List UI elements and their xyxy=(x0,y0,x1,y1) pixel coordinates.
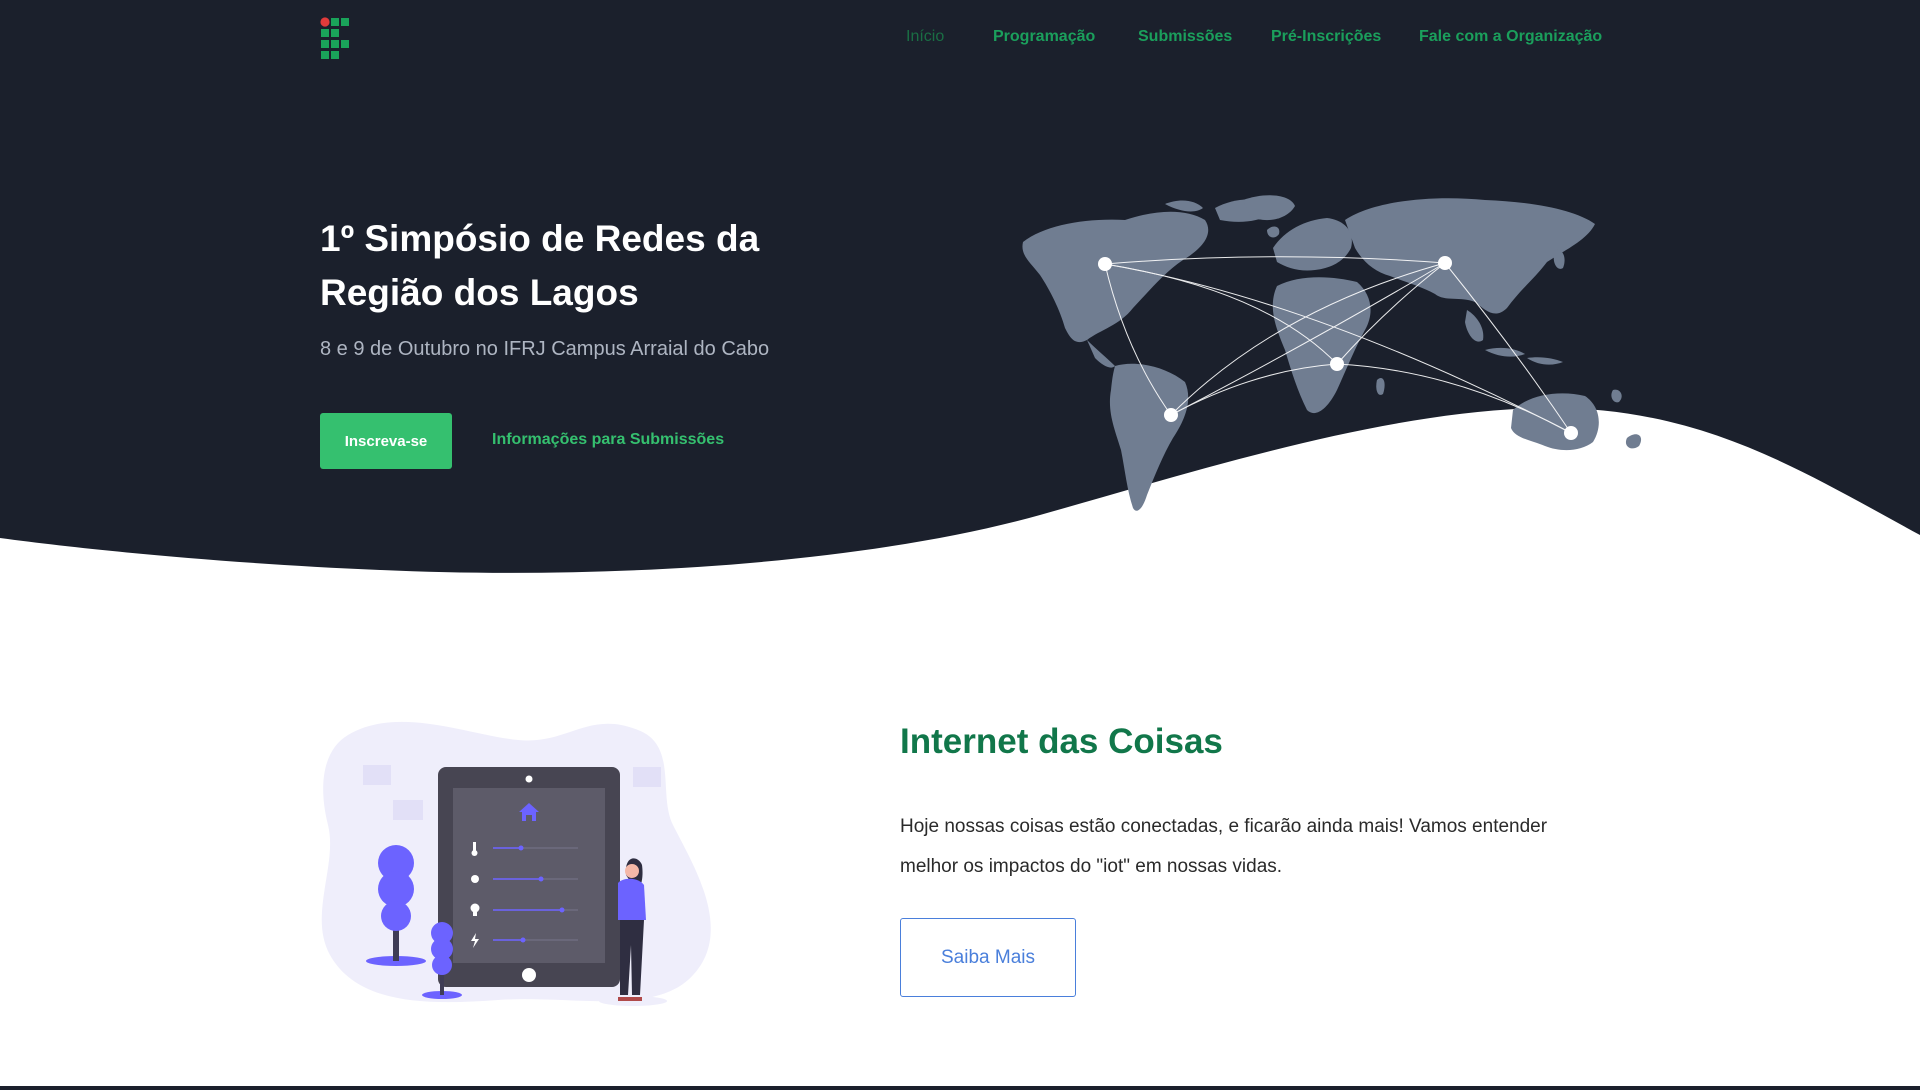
learn-more-button[interactable]: Saiba Mais xyxy=(900,918,1076,997)
nav-item-inicio[interactable]: Início xyxy=(906,28,944,46)
iot-section-text: Hoje nossas coisas estão conectadas, e f… xyxy=(900,816,1548,877)
hero-title: 1º Simpósio de Redes da Região dos Lagos xyxy=(320,218,760,313)
nav-item-pre-inscricoes[interactable]: Pré-Inscrições xyxy=(1271,28,1381,46)
world-network-map xyxy=(1022,195,1642,511)
smart-home-tablet-illustration xyxy=(321,721,711,1006)
nav-item-submissoes[interactable]: Submissões xyxy=(1138,28,1232,46)
nav-item-programacao[interactable]: Programação xyxy=(993,28,1095,46)
iot-section-title: Internet das Coisas xyxy=(900,722,1223,761)
hero-subtitle: 8 e 9 de Outubro no IFRJ Campus Arraial … xyxy=(320,338,770,360)
register-button[interactable]: Inscreva-se xyxy=(320,413,452,469)
nav-item-fale-com-a-organizacao[interactable]: Fale com a Organização xyxy=(1419,28,1602,46)
main-nav: Início Programação Submissões Pré-Inscri… xyxy=(0,28,1920,54)
submissions-info-link[interactable]: Informações para Submissões xyxy=(492,431,724,449)
page-bottom-border xyxy=(0,1086,1920,1090)
